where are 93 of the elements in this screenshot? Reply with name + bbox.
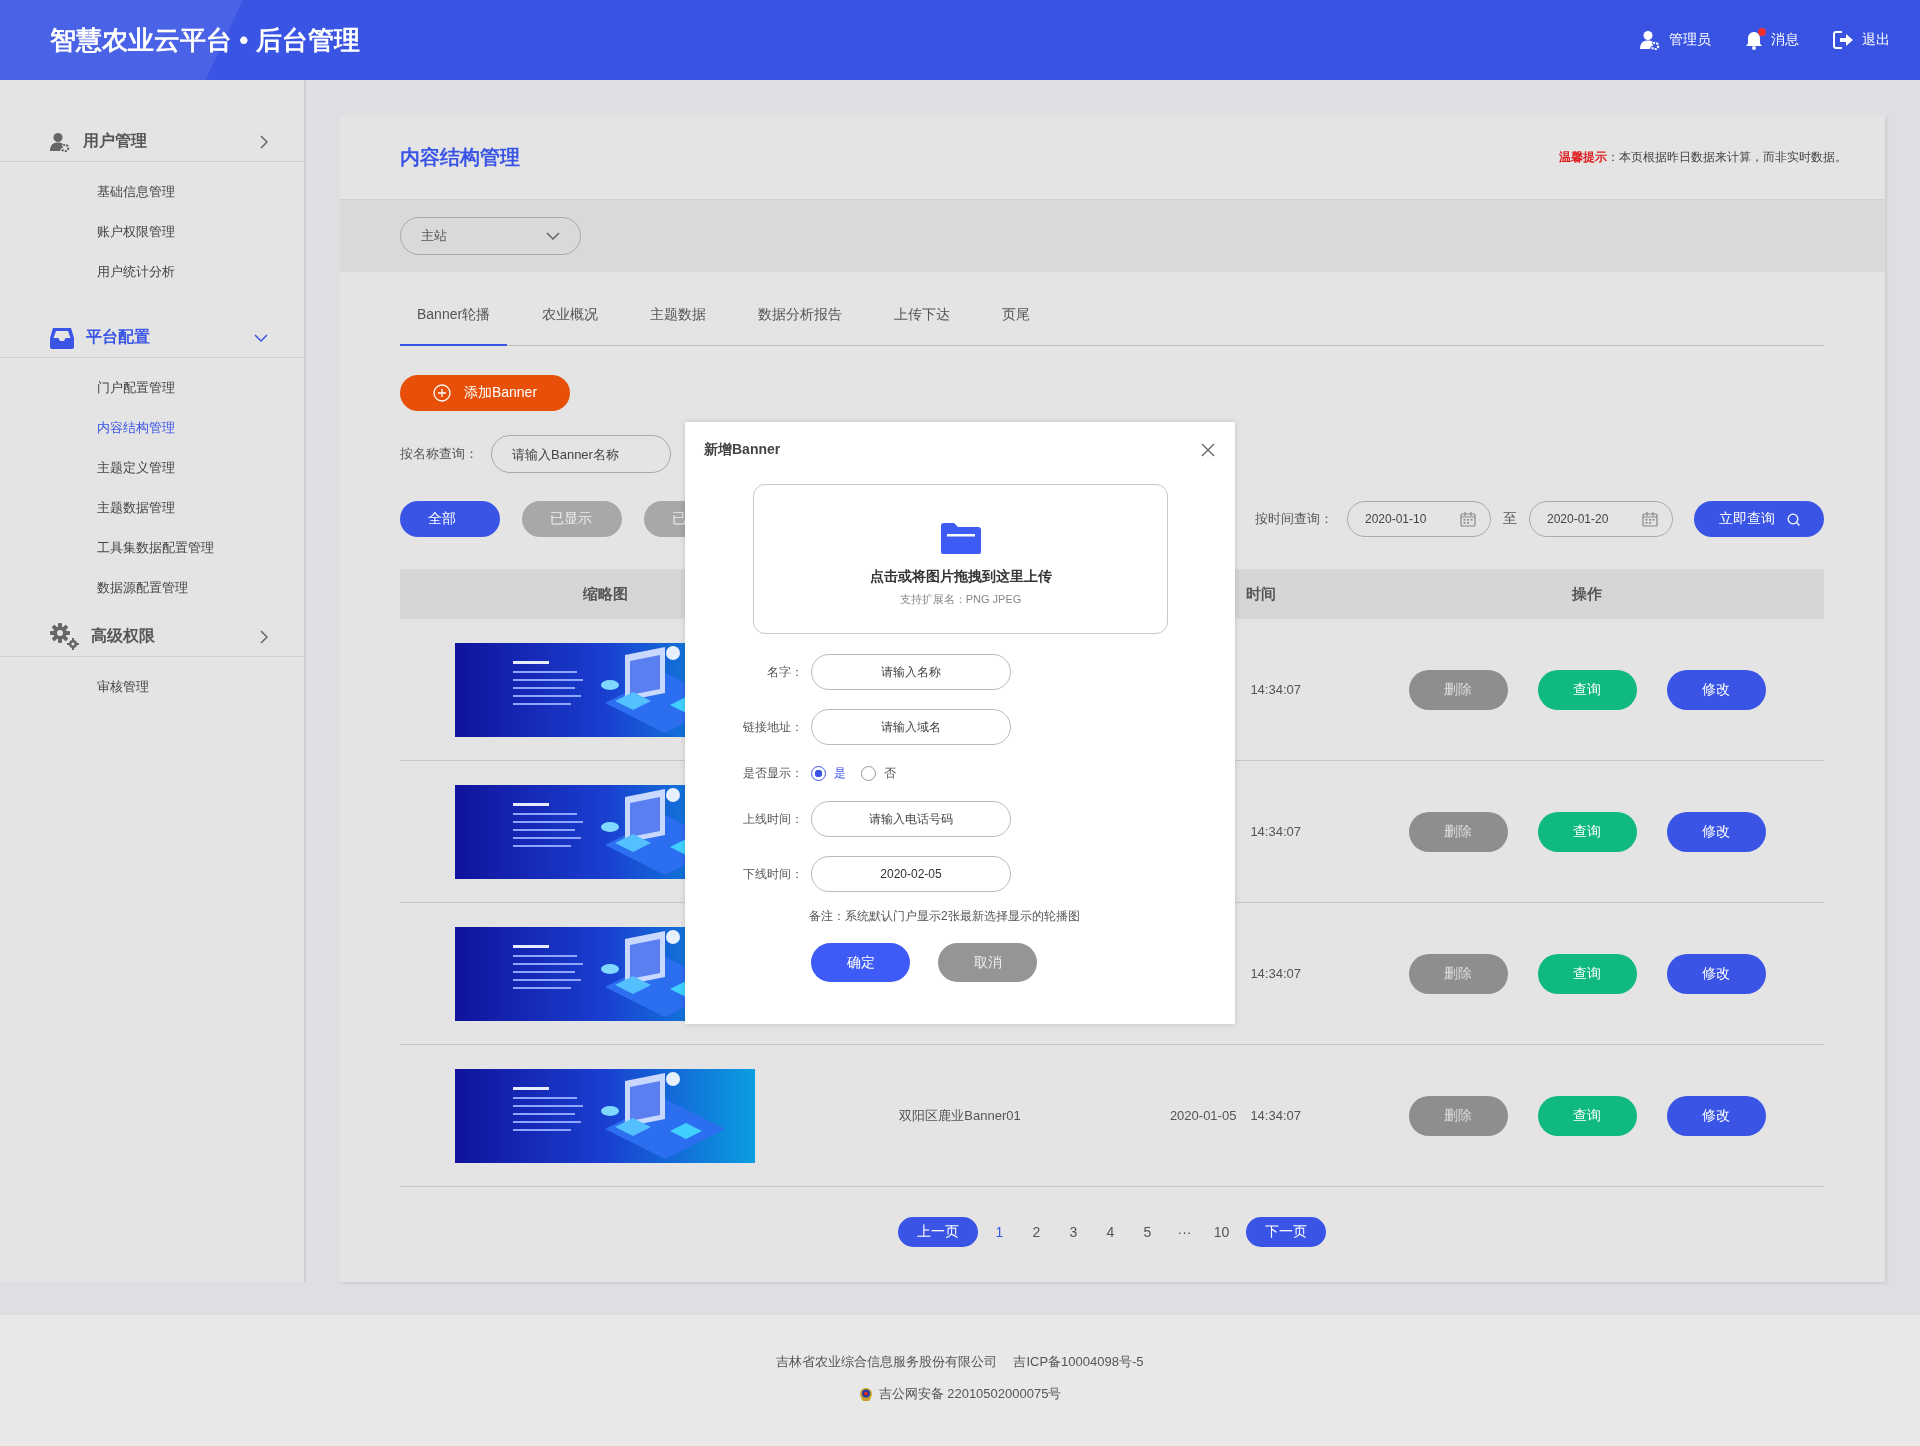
input-field[interactable]: 请输入域名: [811, 709, 1011, 745]
header-link[interactable]: 消息: [1745, 30, 1799, 50]
table-cell: 2020-01-05: [1169, 1108, 1237, 1123]
inbox-tray-icon: [50, 326, 74, 349]
search-button[interactable]: 立即查询: [1694, 501, 1824, 537]
folder-icon: [940, 523, 981, 556]
user-gear-icon: [1640, 30, 1661, 50]
chevron-down-icon: [254, 333, 268, 342]
tab[interactable]: 上传下达: [877, 297, 968, 345]
page-link[interactable]: 3: [1055, 1224, 1092, 1240]
tab[interactable]: 主题数据: [633, 297, 724, 345]
edit-button[interactable]: 修改: [1666, 953, 1766, 994]
emblem-icon: [858, 1387, 873, 1401]
sidebar-group[interactable]: 高级权限: [0, 617, 304, 657]
header-link[interactable]: 退出: [1833, 31, 1890, 49]
input-field[interactable]: 请输入名称: [811, 654, 1011, 690]
tip-text: 温馨提示：本页根据昨日数据来计算，而非实时数据。: [1559, 148, 1847, 166]
search-label: 按名称查询：: [400, 445, 478, 463]
radio-label: 是: [834, 764, 846, 782]
chevron-down-icon: [546, 232, 560, 240]
calendar-icon: [1460, 511, 1476, 527]
footer-text: 吉林省农业综合信息服务股份有限公司: [776, 1353, 998, 1371]
sidebar-group[interactable]: 用户管理: [0, 122, 304, 162]
app-title: 智慧农业云平台 • 后台管理: [50, 23, 360, 57]
plus-circle-icon: [432, 384, 451, 402]
tab[interactable]: 页尾: [985, 297, 1048, 345]
calendar-icon: [1642, 511, 1658, 527]
bell-icon: [1745, 30, 1763, 50]
page-link[interactable]: ···: [1166, 1224, 1203, 1240]
field-label: 链接地址：: [742, 718, 804, 736]
sidebar-item[interactable]: 数据源配置管理: [0, 568, 304, 608]
table-cell: 14:34:07: [1250, 824, 1301, 839]
sidebar-item[interactable]: 内容结构管理: [0, 408, 304, 448]
search-icon: [1786, 512, 1800, 526]
radio-button[interactable]: [811, 765, 826, 781]
footer-text: 吉ICP备10004098号-5: [1013, 1353, 1144, 1371]
radio-label: 否: [884, 764, 896, 782]
page-link[interactable]: 2: [1018, 1224, 1055, 1240]
tab[interactable]: Banner轮播: [400, 297, 508, 346]
range-separator: 至: [1503, 510, 1517, 528]
column-header: 操作: [1572, 584, 1602, 604]
add-banner-button[interactable]: 添加Banner: [400, 375, 570, 411]
gears-icon: [50, 623, 79, 650]
column-header: 时间: [1246, 584, 1276, 604]
upload-title: 点击或将图片拖拽到这里上传: [869, 568, 1052, 586]
sidebar-item[interactable]: 基础信息管理: [0, 172, 304, 212]
field-label: 下线时间：: [742, 865, 804, 883]
page-link[interactable]: 10: [1203, 1224, 1240, 1240]
column-header: 缩略图: [582, 584, 628, 604]
dialog-title: 新增Banner: [704, 440, 781, 459]
page-link[interactable]: 5: [1129, 1224, 1166, 1240]
sidebar-item[interactable]: 账户权限管理: [0, 212, 304, 252]
sidebar-item[interactable]: 门户配置管理: [0, 368, 304, 408]
header-link[interactable]: 管理员: [1640, 30, 1711, 50]
tab[interactable]: 数据分析报告: [741, 297, 860, 345]
table-cell: 14:34:07: [1250, 1108, 1301, 1123]
sidebar-item[interactable]: 审核管理: [0, 667, 304, 707]
input-field[interactable]: 2020-02-05: [811, 856, 1011, 892]
table-cell: 双阳区鹿业Banner01: [899, 1106, 1021, 1125]
name-search-field[interactable]: 请输入Banner名称: [491, 435, 671, 473]
table-cell: 14:34:07: [1250, 682, 1301, 697]
tab[interactable]: 农业概况: [525, 297, 616, 345]
confirm-button[interactable]: 确定: [811, 943, 910, 982]
page-link[interactable]: 4: [1092, 1224, 1129, 1240]
page-link[interactable]: 1: [981, 1224, 1018, 1240]
previous-page-button[interactable]: 上一页: [898, 1217, 978, 1247]
sidebar-item[interactable]: 用户统计分析: [0, 252, 304, 292]
sidebar-item[interactable]: 主题数据管理: [0, 488, 304, 528]
table-cell: 14:34:07: [1250, 966, 1301, 981]
next-page-button[interactable]: 下一页: [1246, 1217, 1326, 1247]
exit-icon: [1833, 31, 1854, 49]
edit-button[interactable]: 修改: [1666, 811, 1766, 852]
chevron-right-icon: [260, 134, 268, 149]
field-label: 名字：: [766, 663, 804, 681]
filter-pill[interactable]: 全部: [400, 501, 500, 537]
sidebar-item[interactable]: 主题定义管理: [0, 448, 304, 488]
upload-area[interactable]: 点击或将图片拖拽到这里上传 支持扩展名：PNG JPEG: [753, 484, 1168, 634]
note-text: 备注：系统默认门户显示2张最新选择显示的轮播图: [808, 908, 1081, 925]
user-gear-icon: [50, 131, 71, 152]
edit-button[interactable]: 修改: [1666, 669, 1766, 710]
field-label: 上线时间：: [742, 810, 804, 828]
footer-text: 吉公网安备 22010502000075号: [878, 1385, 1062, 1403]
search-label: 按时间查询：: [1255, 510, 1333, 528]
sidebar-item[interactable]: 工具集数据配置管理: [0, 528, 304, 568]
close-button[interactable]: [1201, 442, 1215, 457]
input-field[interactable]: 请输入电话号码: [811, 801, 1011, 837]
sidebar-group[interactable]: 平台配置: [0, 318, 304, 358]
close-icon: [1201, 442, 1215, 457]
upload-hint: 支持扩展名：PNG JPEG: [899, 592, 1022, 607]
chevron-right-icon: [260, 629, 268, 644]
page-title: 内容结构管理: [400, 144, 520, 170]
field-label: 是否显示：: [742, 764, 804, 782]
edit-button[interactable]: 修改: [1666, 1095, 1766, 1136]
